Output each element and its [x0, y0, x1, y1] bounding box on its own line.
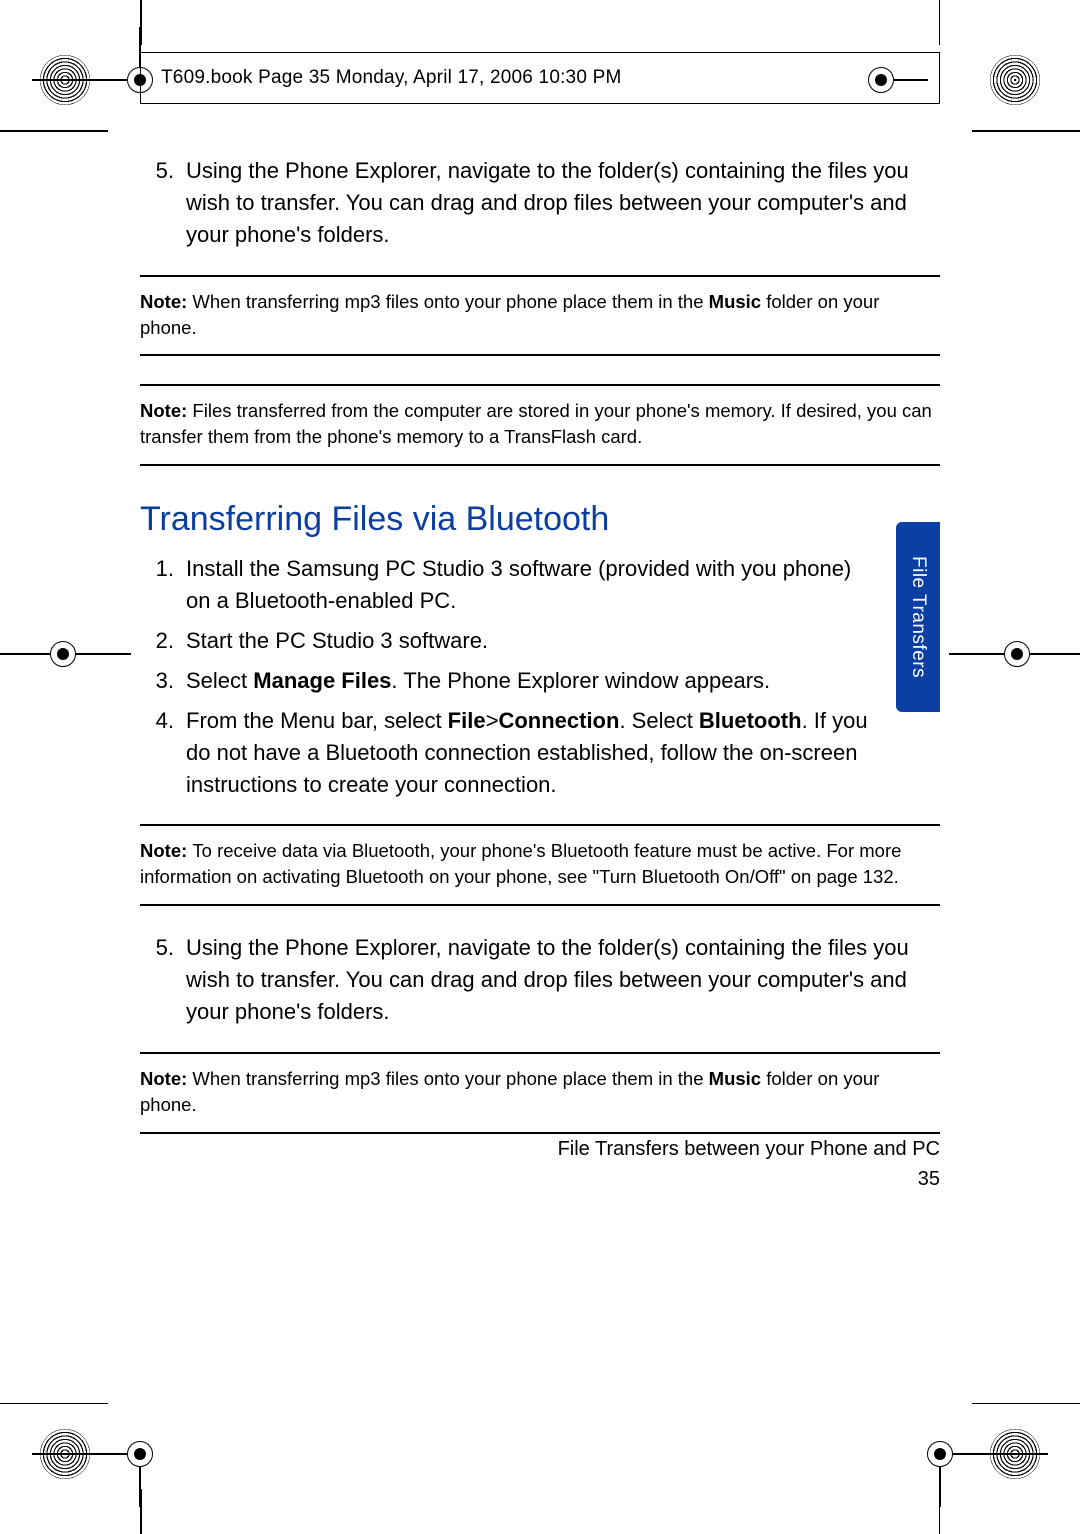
step-item: 5. Using the Phone Explorer, navigate to… — [140, 932, 940, 1028]
crop-mark — [939, 0, 941, 45]
step-number: 5. — [140, 932, 186, 1028]
crosshair-icon — [127, 1441, 153, 1467]
header-text: T609.book Page 35 Monday, April 17, 2006… — [161, 67, 621, 89]
step-text: From the Menu bar, select File>Connectio… — [186, 705, 880, 801]
step-text: Start the PC Studio 3 software. — [186, 625, 940, 657]
divider — [140, 904, 940, 906]
step-fragment: . The Phone Explorer window appears. — [391, 668, 770, 693]
divider — [140, 1052, 940, 1054]
divider — [140, 275, 940, 277]
content: 5. Using the Phone Explorer, navigate to… — [140, 155, 940, 1146]
step-number: 5. — [140, 155, 186, 251]
page: T609.book Page 35 Monday, April 17, 2006… — [0, 0, 1080, 1534]
step-bold: Manage Files — [253, 668, 391, 693]
note: Note: When transferring mp3 files onto y… — [140, 289, 940, 341]
note-text: When transferring mp3 files onto your ph… — [192, 1068, 708, 1089]
step-text: Using the Phone Explorer, navigate to th… — [186, 932, 940, 1028]
step-text: Using the Phone Explorer, navigate to th… — [186, 155, 940, 251]
step-bold: File — [448, 708, 486, 733]
step-item: 4. From the Menu bar, select File>Connec… — [140, 705, 940, 801]
divider — [140, 384, 940, 386]
step-number: 2. — [140, 625, 186, 657]
step-text: Install the Samsung PC Studio 3 software… — [186, 553, 880, 617]
note-prefix: Note: — [140, 400, 192, 421]
footer: File Transfers between your Phone and PC… — [558, 1134, 940, 1194]
crop-mark — [0, 1403, 108, 1405]
note-bold: Music — [709, 291, 761, 312]
divider — [140, 354, 940, 356]
crop-mark — [972, 130, 1080, 132]
crosshair-icon — [50, 641, 76, 667]
crosshair-icon — [1004, 641, 1030, 667]
step-fragment: . Select — [619, 708, 698, 733]
step-item: 3. Select Manage Files. The Phone Explor… — [140, 665, 940, 697]
note-text: When transferring mp3 files onto your ph… — [192, 291, 708, 312]
step-bold: Connection — [498, 708, 619, 733]
step-fragment: > — [486, 708, 499, 733]
divider — [140, 824, 940, 826]
step-number: 3. — [140, 665, 186, 697]
step-fragment: From the Menu bar, select — [186, 708, 448, 733]
page-number: 35 — [558, 1164, 940, 1194]
step-bold: Bluetooth — [699, 708, 802, 733]
step-item: 1. Install the Samsung PC Studio 3 softw… — [140, 553, 940, 617]
step-item: 2. Start the PC Studio 3 software. — [140, 625, 940, 657]
footer-title: File Transfers between your Phone and PC — [558, 1134, 940, 1164]
header-box: T609.book Page 35 Monday, April 17, 2006… — [140, 52, 940, 104]
note-text: Files transferred from the computer are … — [140, 400, 932, 447]
note-prefix: Note: — [140, 291, 192, 312]
crop-mark — [0, 130, 108, 132]
step-number: 1. — [140, 553, 186, 617]
crop-mark — [972, 1403, 1080, 1405]
crosshair-icon — [927, 1441, 953, 1467]
note-prefix: Note: — [140, 1068, 192, 1089]
registration-mark-icon — [990, 55, 1040, 105]
note: Note: Files transferred from the compute… — [140, 398, 940, 450]
step-text: Select Manage Files. The Phone Explorer … — [186, 665, 880, 697]
step-number: 4. — [140, 705, 186, 801]
step-fragment: Select — [186, 668, 253, 693]
divider — [140, 464, 940, 466]
note: Note: When transferring mp3 files onto y… — [140, 1066, 940, 1118]
step-item: 5. Using the Phone Explorer, navigate to… — [140, 155, 940, 251]
note-bold: Music — [709, 1068, 761, 1089]
note-text: To receive data via Bluetooth, your phon… — [140, 840, 901, 887]
section-title: Transferring Files via Bluetooth — [140, 500, 940, 539]
note: Note: To receive data via Bluetooth, you… — [140, 838, 940, 890]
note-prefix: Note: — [140, 840, 192, 861]
